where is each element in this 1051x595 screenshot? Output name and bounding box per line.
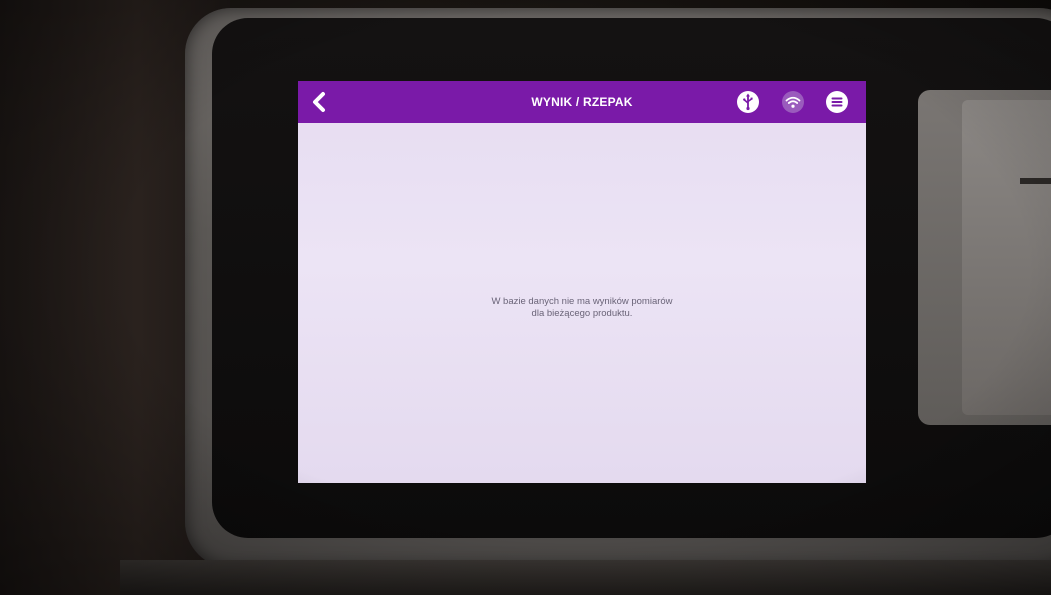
wifi-icon (781, 90, 805, 114)
photo-scene: WYNIK / RZEPAK W bazie danych nie ma wyn… (0, 0, 1051, 595)
back-button[interactable] (304, 87, 334, 117)
header-bar: WYNIK / RZEPAK (298, 81, 866, 123)
no-results-message: W bazie danych nie ma wyników pomiarów d… (298, 296, 866, 320)
side-slot (1020, 178, 1051, 184)
chevron-left-icon (313, 92, 325, 112)
message-line-1: W bazie danych nie ma wyników pomiarów (491, 296, 673, 307)
bottom-shelf (120, 560, 1051, 595)
message-line-2: dla bieżącego produktu. (531, 308, 633, 319)
menu-icon (826, 91, 848, 113)
touchscreen: WYNIK / RZEPAK W bazie danych nie ma wyn… (298, 81, 866, 483)
menu-button[interactable] (825, 90, 849, 114)
side-module-panel (962, 100, 1051, 415)
usb-icon (736, 90, 760, 114)
